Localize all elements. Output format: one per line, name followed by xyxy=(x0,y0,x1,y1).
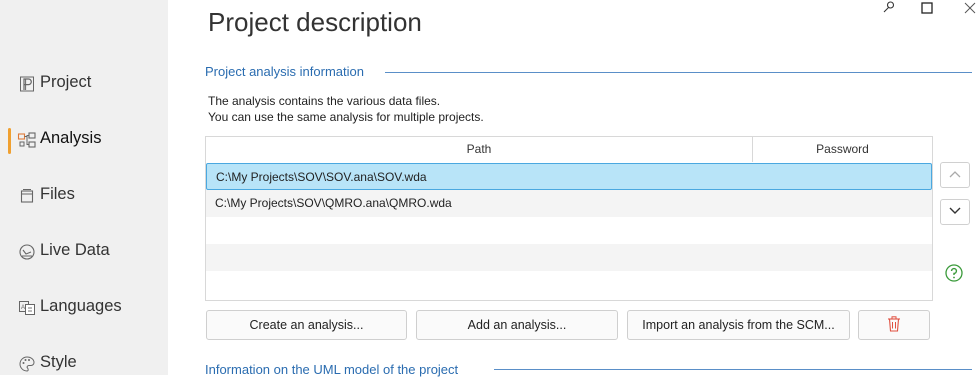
move-down-button[interactable] xyxy=(940,199,970,225)
help-button[interactable] xyxy=(942,263,966,287)
page-title: Project description xyxy=(208,7,422,37)
table-cell-path: C:\My Projects\SOV\SOV.ana\SOV.wda xyxy=(216,170,427,184)
sidebar-item-files[interactable]: Files xyxy=(0,176,168,216)
create-analysis-button[interactable]: Create an analysis... xyxy=(206,310,407,340)
sidebar-item-label: Project xyxy=(40,73,92,91)
maximize-icon[interactable] xyxy=(916,0,938,16)
section-title-analysis: Project analysis information xyxy=(205,64,364,79)
import-analysis-button[interactable]: Import an analysis from the SCM... xyxy=(627,310,850,340)
delete-analysis-button[interactable] xyxy=(858,310,930,340)
sidebar-item-label: Style xyxy=(40,353,77,371)
style-icon xyxy=(17,354,37,374)
help-icon xyxy=(944,263,964,288)
move-up-button[interactable] xyxy=(940,162,970,188)
trash-icon xyxy=(887,315,901,335)
languages-icon: A xyxy=(17,298,37,318)
chevron-up-icon xyxy=(948,166,962,184)
add-analysis-button[interactable]: Add an analysis... xyxy=(416,310,618,340)
sidebar-item-analysis[interactable]: Analysis xyxy=(0,120,168,160)
sidebar-item-label: Languages xyxy=(40,297,122,315)
table-row[interactable]: C:\My Projects\SOV\SOV.ana\SOV.wda xyxy=(206,163,932,190)
sidebar-item-style[interactable]: Style xyxy=(0,344,168,384)
project-icon xyxy=(17,74,37,94)
sidebar-item-label: Live Data xyxy=(40,241,110,259)
description-line: The analysis contains the various data f… xyxy=(208,94,441,108)
section-divider xyxy=(385,72,972,73)
column-header-password[interactable]: Password xyxy=(753,137,932,162)
table-row-empty xyxy=(206,271,932,298)
sidebar-item-live-data[interactable]: Live Data xyxy=(0,232,168,272)
sidebar-item-label: Analysis xyxy=(40,129,102,147)
analysis-icon xyxy=(17,130,37,150)
sidebar-item-project[interactable]: Project xyxy=(0,64,168,104)
table-row-empty xyxy=(206,217,932,244)
pin-icon[interactable] xyxy=(878,0,900,16)
section-divider xyxy=(494,369,972,370)
active-indicator xyxy=(8,128,11,154)
live-data-icon xyxy=(17,242,37,262)
description-line: You can use the same analysis for multip… xyxy=(208,110,484,124)
close-icon[interactable] xyxy=(960,0,979,16)
analysis-table: Path Password C:\My Projects\SOV\SOV.ana… xyxy=(205,136,933,301)
column-header-path[interactable]: Path xyxy=(206,137,753,162)
table-row[interactable]: C:\My Projects\SOV\QMRO.ana\QMRO.wda xyxy=(206,190,932,217)
files-icon xyxy=(17,186,37,206)
table-cell-path: C:\My Projects\SOV\QMRO.ana\QMRO.wda xyxy=(215,196,452,210)
sidebar: Project Analysis Files Live Data A Langu… xyxy=(0,0,168,375)
sidebar-item-languages[interactable]: A Languages xyxy=(0,288,168,328)
svg-text:A: A xyxy=(21,305,25,311)
chevron-down-icon xyxy=(948,203,962,221)
sidebar-item-label: Files xyxy=(40,185,75,203)
table-row-empty xyxy=(206,244,932,271)
